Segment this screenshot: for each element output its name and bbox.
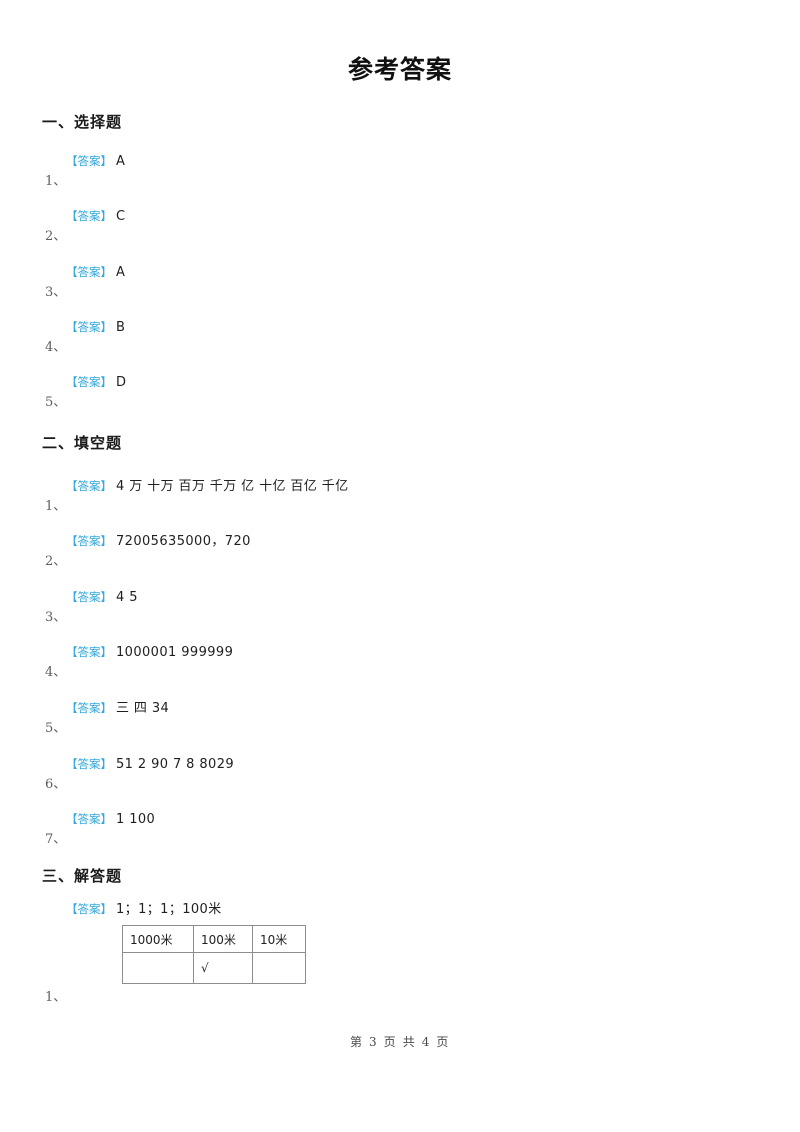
answer-tag-label: 【答案】 — [66, 590, 112, 604]
answer-tag-label: 【答案】 — [66, 534, 112, 548]
answer-tag-label: 【答案】 — [66, 154, 112, 168]
answer-value: A — [116, 154, 126, 169]
table-header-cell: 100米 — [193, 925, 253, 953]
item-number: 5、 — [45, 395, 67, 410]
answer-entry: 7、 【答案】 1 100 — [42, 809, 758, 853]
answer-tag-label: 【答案】 — [66, 645, 112, 659]
answer-line: 【答案】 1；1；1；100米 — [66, 899, 222, 919]
answer-line: 【答案】 C — [66, 206, 125, 226]
answer-line: 【答案】 D — [66, 372, 126, 392]
answer-value: B — [116, 320, 126, 335]
answer-line: 【答案】 1 100 — [66, 809, 155, 829]
answer-value: D — [116, 375, 127, 390]
answer-value: 三 四 34 — [116, 701, 170, 716]
answer-line: 【答案】 51 2 90 7 8 8029 — [66, 754, 234, 774]
item-number: 5、 — [45, 721, 67, 736]
answer-entry: 6、 【答案】 51 2 90 7 8 8029 — [42, 754, 758, 798]
answer-entry: 5、 【答案】三 四 34 — [42, 698, 758, 742]
item-number: 4、 — [45, 665, 67, 680]
answer-line: 【答案】 1000001 999999 — [66, 642, 233, 662]
item-number: 7、 — [45, 832, 67, 847]
answer-line: 【答案】 B — [66, 317, 125, 337]
item-number: 2、 — [45, 554, 67, 569]
answer-value: 1 100 — [116, 812, 156, 827]
answer-entry: 3、 【答案】 A — [42, 262, 758, 306]
answer-tag-label: 【答案】 — [66, 812, 112, 826]
answer-value: 72005635000，720 — [116, 534, 251, 549]
answer-line: 【答案】 A — [66, 151, 125, 171]
answer-line: 【答案】 4 5 — [66, 587, 138, 607]
item-number: 2、 — [45, 229, 67, 244]
answer-value: 51 2 90 7 8 8029 — [116, 757, 235, 772]
answer-entry: 2、 【答案】 72005635000，720 — [42, 531, 758, 575]
answer-line: 【答案】 A — [66, 262, 125, 282]
answer-entry: 4、 【答案】 B — [42, 317, 758, 361]
item-number: 3、 — [45, 285, 67, 300]
answer-tag-label: 【答案】 — [66, 265, 112, 279]
table-header-cell: 1000米 — [122, 925, 194, 953]
answer-entry: 1、 【答案】 A — [42, 151, 758, 195]
item-number: 4、 — [45, 340, 67, 355]
table-header-cell: 10米 — [252, 925, 306, 953]
answer-value: 4 5 — [116, 590, 138, 605]
answer-line: 【答案】 4 万 十万 百万 千万 亿 十亿 百亿 千亿 — [66, 476, 349, 496]
answer-value: 4 万 十万 百万 千万 亿 十亿 百亿 千亿 — [116, 479, 349, 494]
answer-value: A — [116, 265, 126, 280]
table-cell-checkmark: √ — [193, 952, 253, 984]
answer-value: 1；1；1；100米 — [116, 902, 222, 917]
item-number: 1、 — [45, 499, 67, 514]
item-number: 1、 — [45, 990, 67, 1005]
answer-entry: 5、 【答案】 D — [42, 372, 758, 416]
table-row: √ — [122, 952, 306, 984]
section-heading-solve: 三、解答题 — [42, 867, 123, 885]
section-heading-choice: 一、选择题 — [42, 113, 123, 131]
answer-sheet-page: 参考答案 一、选择题 1、 【答案】 A 2、 【答案】 C 3、 【答案】 A 4、… — [0, 0, 800, 1132]
section-heading-fill-blank: 二、填空题 — [42, 434, 123, 452]
answer-table: 1000米 100米 10米 √ — [122, 925, 306, 984]
answer-line: 【答案】三 四 34 — [66, 698, 169, 718]
answer-tag-label: 【答案】 — [66, 479, 112, 493]
answer-tag-label: 【答案】 — [66, 757, 112, 771]
page-footer: 第 3 页 共 4 页 — [350, 1035, 450, 1049]
answer-entry: 1、 【答案】 4 万 十万 百万 千万 亿 十亿 百亿 千亿 — [42, 476, 758, 520]
answer-value: 1000001 999999 — [116, 645, 234, 660]
page-title: 参考答案 — [347, 55, 452, 84]
answer-line: 【答案】 72005635000，720 — [66, 531, 251, 551]
item-number: 6、 — [45, 777, 67, 792]
answer-tag-label: 【答案】 — [66, 902, 112, 916]
table-row-header: 1000米 100米 10米 — [122, 925, 306, 953]
answer-entry: 4、 【答案】 1000001 999999 — [42, 642, 758, 686]
table-cell — [252, 952, 306, 984]
answer-tag-label: 【答案】 — [66, 375, 112, 389]
answer-entry: 2、 【答案】 C — [42, 206, 758, 250]
item-number: 1、 — [45, 174, 67, 189]
answer-tag-label: 【答案】 — [66, 320, 112, 334]
table-cell — [122, 952, 194, 984]
answer-tag-label: 【答案】 — [66, 701, 112, 715]
item-number: 3、 — [45, 610, 67, 625]
answer-tag-label: 【答案】 — [66, 209, 112, 223]
answer-value: C — [116, 209, 126, 224]
answer-entry: 3、 【答案】 4 5 — [42, 587, 758, 631]
